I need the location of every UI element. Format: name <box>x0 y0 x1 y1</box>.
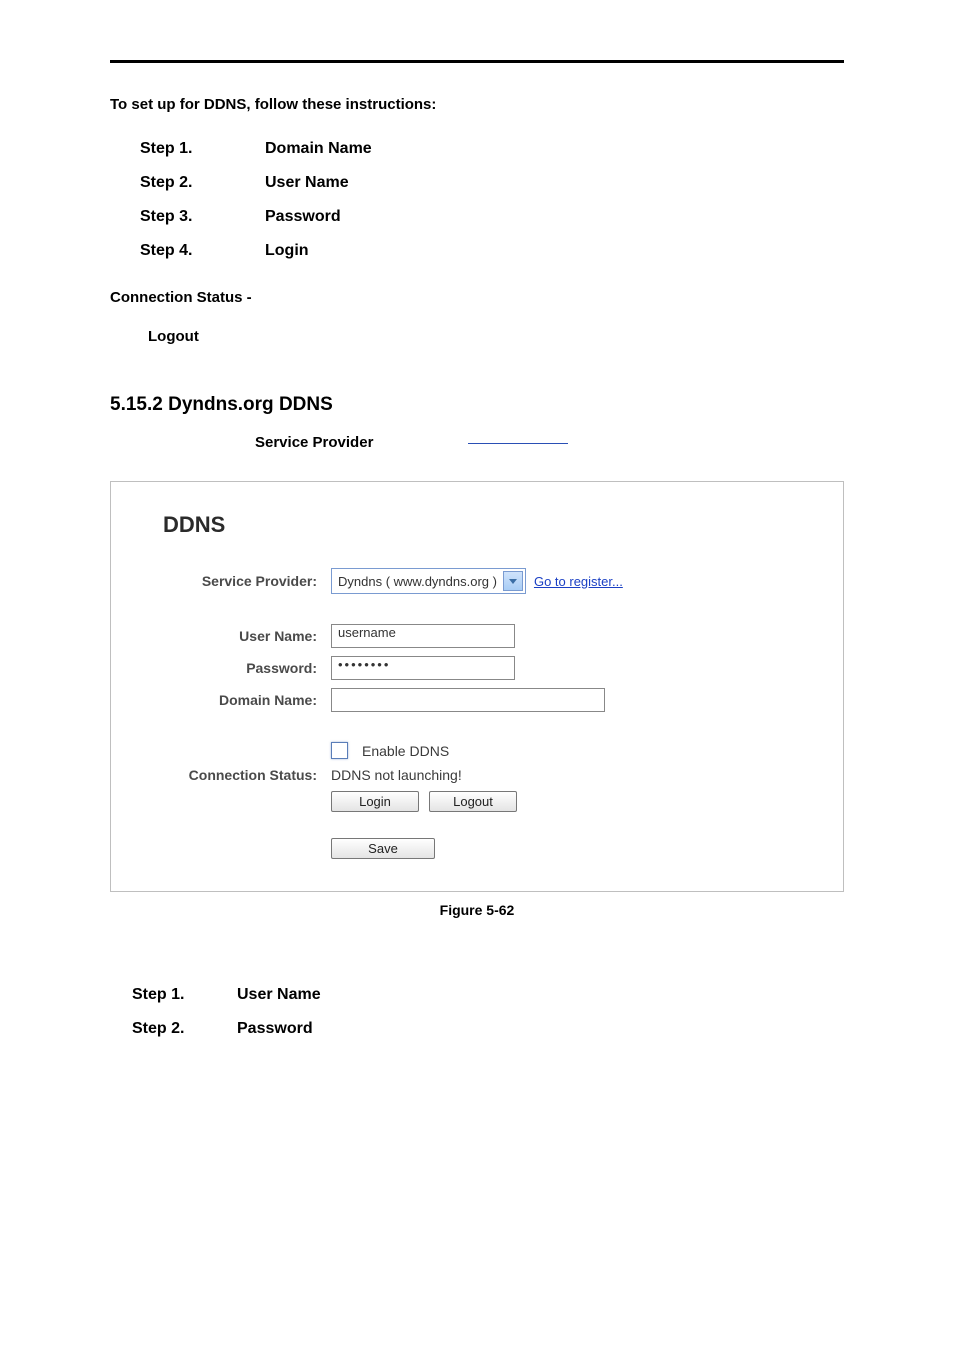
sp-link-placeholder <box>468 443 568 444</box>
connection-status-label: Connection Status - <box>110 286 844 310</box>
step-value: Login <box>265 234 372 268</box>
row-service-provider: Service Provider: Dyndns ( www.dyndns.or… <box>141 568 813 594</box>
page-divider <box>110 60 844 63</box>
step-label: Step 4. <box>140 234 265 268</box>
login-button[interactable]: Login <box>331 791 419 812</box>
logout-button[interactable]: Logout <box>429 791 517 812</box>
table-row: Step 1. Domain Name <box>140 132 372 166</box>
domain-label: Domain Name: <box>141 692 331 708</box>
conn-status-label: Connection Status: <box>141 767 331 783</box>
step-value: User Name <box>237 978 321 1012</box>
sp-label: Service Provider <box>255 434 373 451</box>
panel-title: DDNS <box>163 512 813 538</box>
username-label: User Name: <box>141 628 331 644</box>
sp-field-label: Service Provider: <box>141 573 331 589</box>
save-button[interactable]: Save <box>331 838 435 859</box>
row-conn-status: Connection Status: DDNS not launching! <box>141 767 813 783</box>
username-input[interactable]: username <box>331 624 515 648</box>
step-label: Step 2. <box>132 1012 237 1046</box>
service-provider-line: Service Provider <box>255 434 844 451</box>
step-value: Password <box>237 1012 321 1046</box>
ddns-panel: DDNS Service Provider: Dyndns ( www.dynd… <box>110 481 844 892</box>
enable-ddns-label: Enable DDNS <box>362 743 449 759</box>
table-row: Step 2. User Name <box>140 166 372 200</box>
postlude-steps-table: Step 1. User Name Step 2. Password <box>132 978 321 1046</box>
domain-input[interactable] <box>331 688 605 712</box>
step-value: Password <box>265 200 372 234</box>
step-label: Step 1. <box>140 132 265 166</box>
intro-steps-table: Step 1. Domain Name Step 2. User Name St… <box>140 132 372 268</box>
table-row: Step 4. Login <box>140 234 372 268</box>
step-label: Step 1. <box>132 978 237 1012</box>
section-heading: 5.15.2 Dyndns.org DDNS <box>110 394 844 416</box>
select-value: Dyndns ( www.dyndns.org ) <box>338 574 497 589</box>
chevron-down-icon[interactable] <box>503 571 523 591</box>
row-login-logout: Login Logout <box>141 791 813 812</box>
row-password: Password: •••••••• <box>141 656 813 680</box>
row-save: Save <box>141 838 813 859</box>
enable-ddns-checkbox[interactable] <box>331 742 348 759</box>
password-input[interactable]: •••••••• <box>331 656 515 680</box>
step-value: User Name <box>265 166 372 200</box>
step-label: Step 2. <box>140 166 265 200</box>
table-row: Step 1. User Name <box>132 978 321 1012</box>
figure-caption: Figure 5-62 <box>110 902 844 918</box>
intro-heading: To set up for DDNS, follow these instruc… <box>110 93 844 117</box>
go-to-register-link[interactable]: Go to register... <box>534 574 623 589</box>
logout-label: Logout <box>148 325 844 349</box>
service-provider-select[interactable]: Dyndns ( www.dyndns.org ) <box>331 568 526 594</box>
row-domain: Domain Name: <box>141 688 813 712</box>
step-label: Step 3. <box>140 200 265 234</box>
table-row: Step 2. Password <box>132 1012 321 1046</box>
password-label: Password: <box>141 660 331 676</box>
step-value: Domain Name <box>265 132 372 166</box>
conn-status-value: DDNS not launching! <box>331 767 462 783</box>
table-row: Step 3. Password <box>140 200 372 234</box>
row-username: User Name: username <box>141 624 813 648</box>
row-enable: Enable DDNS <box>141 742 813 759</box>
